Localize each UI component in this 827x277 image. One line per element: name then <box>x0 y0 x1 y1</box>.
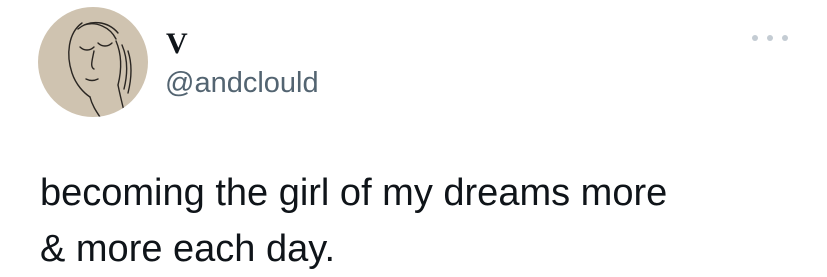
more-dot <box>782 35 788 41</box>
more-dot <box>752 35 758 41</box>
more-options-icon[interactable] <box>752 26 788 50</box>
avatar[interactable] <box>38 7 148 117</box>
tweet-text: becoming the girl of my dreams more & mo… <box>40 172 668 270</box>
author-handle[interactable]: @andclould <box>165 66 319 100</box>
line-art-face-icon <box>68 22 132 117</box>
more-dot <box>767 35 773 41</box>
tweet-card: V @andclould becoming the girl of my dre… <box>0 0 827 275</box>
author-display-name[interactable]: V <box>166 28 188 60</box>
